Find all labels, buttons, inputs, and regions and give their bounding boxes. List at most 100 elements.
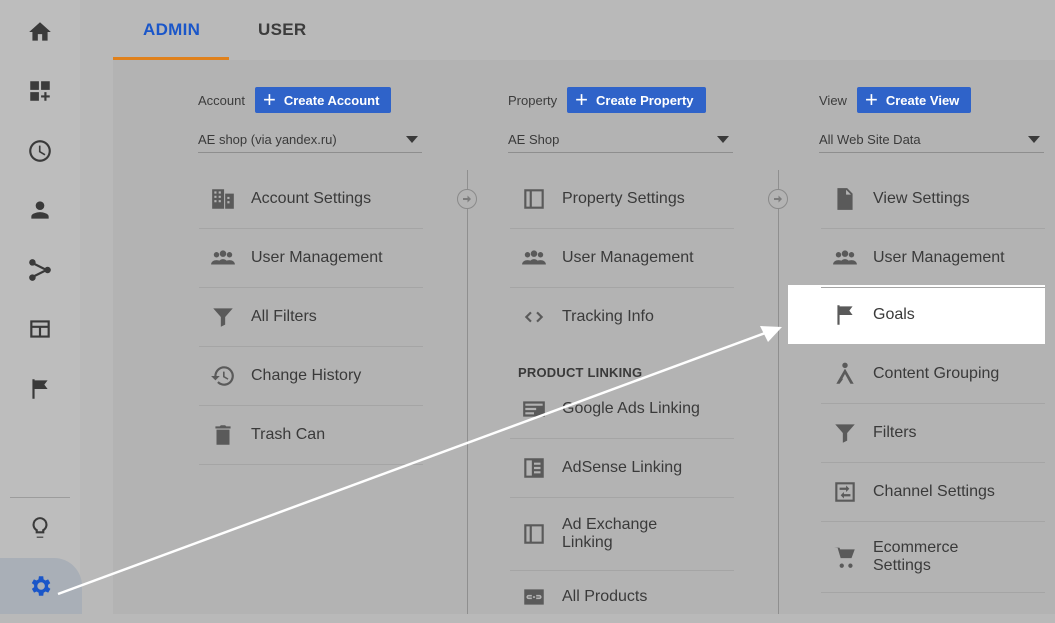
menu-google-ads-linking[interactable]: Google Ads Linking	[510, 380, 734, 439]
menu-label: Account Settings	[251, 190, 372, 207]
chevron-down-icon	[406, 135, 418, 143]
people-icon	[209, 244, 237, 272]
menu-change-history[interactable]: Change History	[199, 347, 423, 406]
create-account-label: Create Account	[283, 92, 380, 108]
menu-label: Ecommerce Settings	[873, 539, 959, 574]
link-icon	[520, 583, 548, 611]
chevron-down-icon	[1028, 135, 1040, 143]
column-divider	[778, 170, 779, 614]
admin-gear-icon[interactable]	[24, 570, 56, 602]
audience-icon[interactable]	[24, 194, 56, 226]
menu-label: All Filters	[251, 308, 317, 325]
acquisition-icon[interactable]	[24, 254, 56, 286]
menu-property-user-management[interactable]: User Management	[510, 229, 734, 288]
filter-icon	[831, 419, 859, 447]
column-divider	[467, 170, 468, 614]
home-icon[interactable]	[24, 16, 56, 48]
menu-ecommerce-settings[interactable]: Ecommerce Settings	[821, 522, 1045, 593]
menu-view-user-management[interactable]: User Management	[821, 229, 1045, 288]
tab-admin[interactable]: ADMIN	[143, 20, 200, 40]
menu-channel-settings[interactable]: Channel Settings	[821, 463, 1045, 522]
property-header: Property + Create Property	[508, 86, 706, 114]
menu-all-products[interactable]: All Products	[510, 571, 734, 623]
product-linking-heading: PRODUCT LINKING	[518, 365, 643, 380]
rail-divider	[10, 497, 70, 498]
menu-property-settings[interactable]: Property Settings	[510, 170, 734, 229]
customization-icon[interactable]	[24, 75, 56, 107]
conversions-icon[interactable]	[24, 373, 56, 405]
menu-goals[interactable]: Goals	[821, 286, 1045, 344]
menu-all-filters[interactable]: All Filters	[199, 288, 423, 347]
plus-icon: +	[262, 87, 276, 112]
menu-label: Property Settings	[562, 190, 685, 207]
menu-label: Filters	[873, 424, 917, 441]
adsense-icon	[520, 454, 548, 482]
create-view-button[interactable]: + Create View	[856, 87, 972, 113]
ads-icon	[520, 395, 548, 423]
property-selector[interactable]: AE Shop	[508, 126, 733, 153]
menu-label: User Management	[873, 249, 1005, 266]
property-label: Property	[508, 92, 558, 108]
admin-content: Account + Create Account AE shop (via ya…	[113, 60, 1055, 614]
chevron-down-icon	[717, 135, 729, 143]
menu-label: Goals	[873, 306, 915, 323]
filter-icon	[209, 303, 237, 331]
trash-icon	[209, 421, 237, 449]
view-label: View	[819, 92, 847, 108]
account-selector[interactable]: AE shop (via yandex.ru)	[198, 126, 422, 153]
menu-trash-can[interactable]: Trash Can	[199, 406, 423, 465]
menu-content-grouping[interactable]: Content Grouping	[821, 345, 1045, 404]
create-account-button[interactable]: + Create Account	[254, 87, 392, 113]
channel-icon	[831, 478, 859, 506]
create-property-button[interactable]: + Create Property	[567, 87, 706, 113]
menu-label: User Management	[562, 249, 694, 266]
account-selected: AE shop (via yandex.ru)	[198, 131, 337, 147]
plus-icon: +	[864, 87, 878, 112]
view-selector[interactable]: All Web Site Data	[819, 126, 1044, 153]
layout-icon	[520, 185, 548, 213]
menu-label: View Settings	[873, 190, 970, 207]
view-header: View + Create View	[819, 86, 972, 114]
view-selected: All Web Site Data	[819, 131, 921, 147]
people-icon	[520, 244, 548, 272]
behavior-icon[interactable]	[24, 313, 56, 345]
menu-filters[interactable]: Filters	[821, 404, 1045, 463]
top-tabs: ADMIN USER	[113, 0, 1055, 60]
left-nav-rail	[0, 0, 82, 614]
plus-icon: +	[575, 87, 588, 112]
arrow-right-icon	[768, 189, 788, 209]
create-view-label: Create View	[885, 92, 960, 108]
menu-ad-exchange-linking[interactable]: Ad Exchange Linking	[510, 498, 734, 571]
history-icon	[209, 362, 237, 390]
menu-adsense-linking[interactable]: AdSense Linking	[510, 439, 734, 498]
admin-nav-active[interactable]	[0, 558, 82, 614]
menu-label: Tracking Info	[562, 308, 654, 325]
menu-account-settings[interactable]: Account Settings	[199, 170, 423, 229]
menu-label: User Management	[251, 249, 383, 266]
account-label: Account	[198, 92, 245, 108]
cart-icon	[831, 543, 859, 571]
menu-label: All Products	[562, 588, 648, 605]
adexchange-icon	[520, 520, 548, 548]
flag-icon	[831, 301, 859, 329]
menu-label: Google Ads Linking	[562, 400, 700, 417]
realtime-icon[interactable]	[24, 135, 56, 167]
content-grouping-icon	[831, 360, 859, 388]
menu-label: Channel Settings	[873, 483, 995, 500]
menu-view-settings[interactable]: View Settings	[821, 170, 1045, 229]
menu-label: AdSense Linking	[562, 459, 683, 476]
menu-tracking-info[interactable]: Tracking Info	[510, 288, 734, 346]
menu-account-user-management[interactable]: User Management	[199, 229, 423, 288]
create-property-label: Create Property	[596, 92, 694, 108]
document-icon	[831, 185, 859, 213]
code-icon	[520, 303, 548, 331]
tab-user[interactable]: USER	[258, 20, 306, 40]
menu-label: Change History	[251, 367, 362, 384]
people-icon	[831, 244, 859, 272]
menu-label: Content Grouping	[873, 365, 1000, 382]
menu-label: Ad Exchange Linking	[562, 516, 658, 551]
discover-icon[interactable]	[24, 512, 56, 544]
property-selected: AE Shop	[508, 131, 560, 147]
building-icon	[209, 185, 237, 213]
account-header: Account + Create Account	[198, 86, 392, 114]
